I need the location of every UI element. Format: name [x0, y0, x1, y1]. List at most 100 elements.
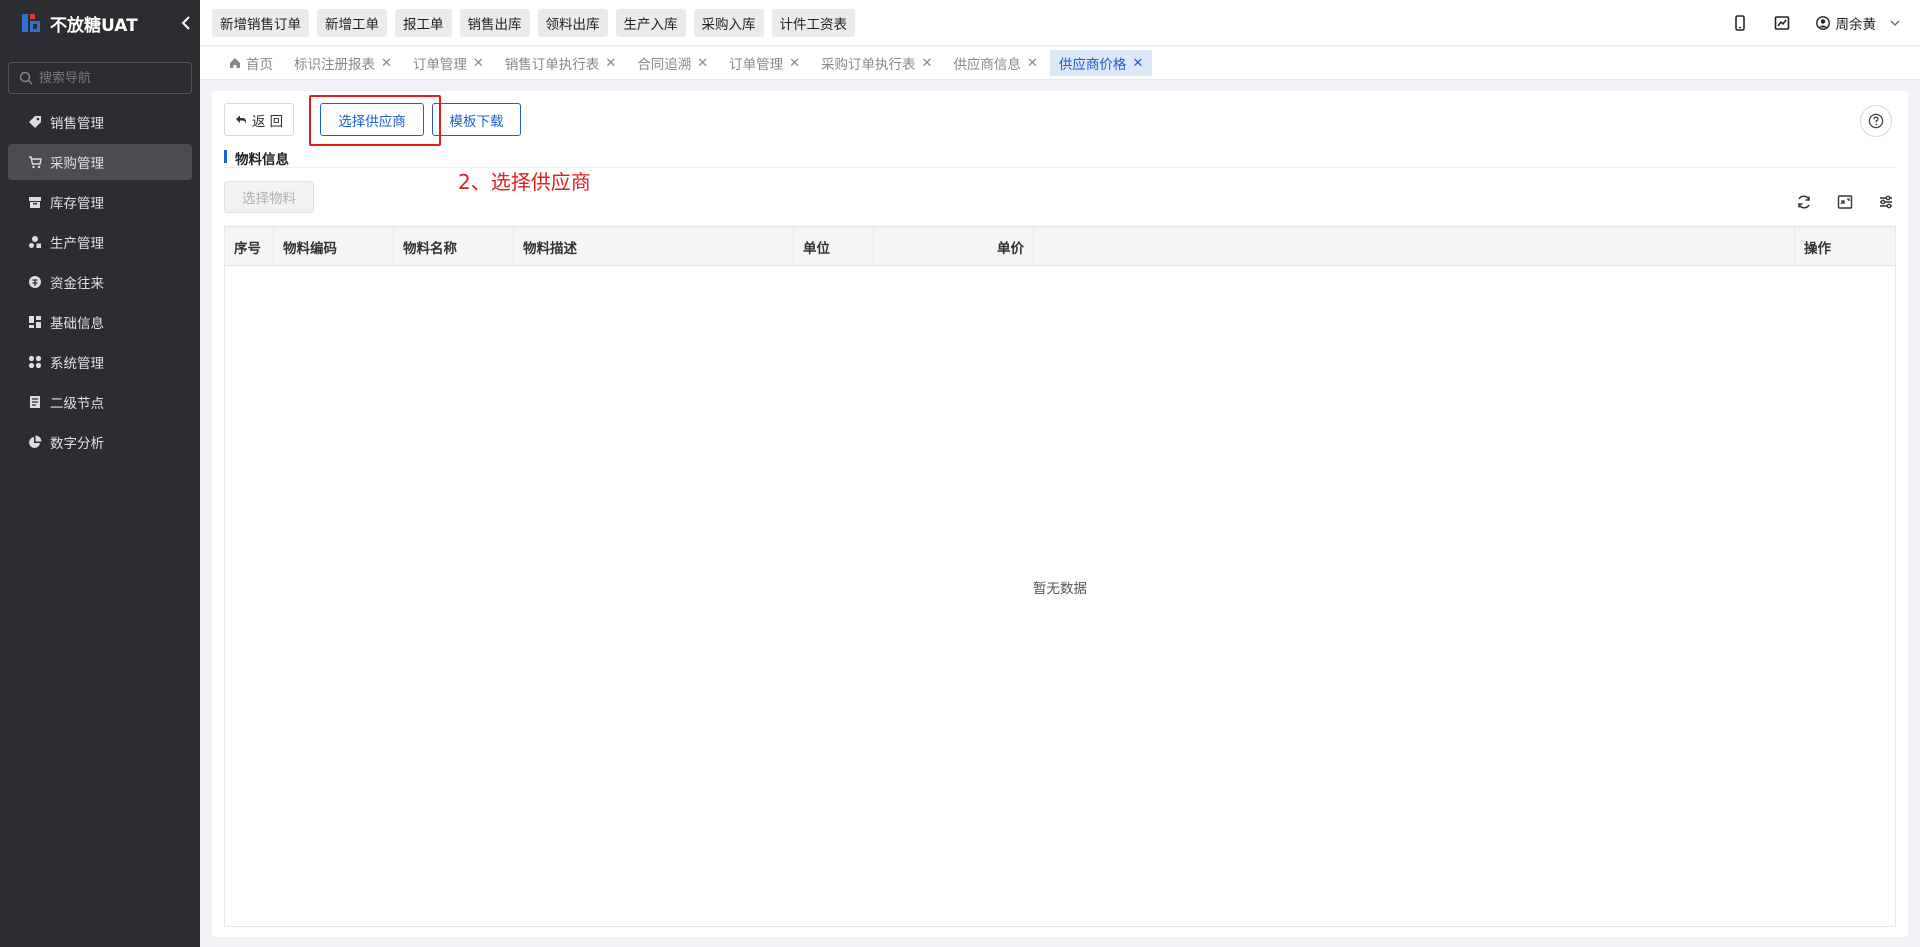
select-supplier-button[interactable]: 选择供应商 — [320, 103, 424, 136]
close-icon[interactable]: ✕ — [697, 56, 708, 71]
annotation-text: 2、选择供应商 — [458, 170, 591, 194]
material-info-section: 物料信息 — [224, 148, 1896, 168]
col-unit: 单位 — [794, 227, 874, 266]
top-bar: 新增销售订单 新增工单 报工单 销售出库 领料出库 生产入库 采购入库 计件工资… — [200, 0, 1920, 46]
pie-chart-icon — [29, 435, 42, 448]
collapse-sidebar-icon[interactable] — [180, 13, 192, 33]
table-header: 序号 物料编码 物料名称 物料描述 单位 单价 操作 — [225, 227, 1895, 266]
close-icon[interactable]: ✕ — [473, 56, 484, 71]
sidebar-item-secondary-node[interactable]: 二级节点 — [8, 384, 192, 420]
sidebar-item-basic-info[interactable]: 基础信息 — [8, 304, 192, 340]
sidebar-item-label: 生产管理 — [50, 236, 104, 252]
column-settings-icon[interactable] — [1878, 194, 1894, 210]
user-avatar-icon — [1815, 16, 1830, 30]
col-index: 序号 — [225, 227, 274, 266]
app-title: 不放糖UAT — [50, 15, 138, 36]
col-material-code: 物料编码 — [274, 227, 394, 266]
close-icon[interactable]: ✕ — [605, 56, 616, 71]
col-actions: 操作 — [1804, 240, 1831, 257]
col-material-desc: 物料描述 — [514, 227, 794, 266]
sidebar-item-label: 采购管理 — [50, 156, 104, 172]
user-menu[interactable]: 周余黄 — [1815, 13, 1907, 33]
nav-search-input[interactable] — [39, 70, 179, 86]
quick-piecework-wage-button[interactable]: 计件工资表 — [771, 8, 855, 37]
sidebar-item-label: 系统管理 — [50, 356, 104, 372]
logo-icon — [22, 14, 40, 32]
sidebar-item-label: 二级节点 — [50, 396, 104, 412]
quick-work-report-button[interactable]: 报工单 — [395, 8, 452, 37]
tab-supplier-price[interactable]: 供应商价格 ✕ — [1049, 50, 1153, 76]
refresh-icon[interactable] — [1796, 194, 1812, 210]
col-material-name: 物料名称 — [394, 227, 514, 266]
help-button[interactable] — [1860, 105, 1892, 137]
back-button[interactable]: 返 回 — [224, 103, 294, 136]
tab-contract-trace[interactable]: 合同追溯 ✕ — [628, 50, 717, 76]
quick-new-sales-order-button[interactable]: 新增销售订单 — [212, 8, 309, 37]
quick-new-work-order-button[interactable]: 新增工单 — [317, 8, 387, 37]
warehouse-icon — [29, 197, 41, 208]
sidebar-item-label: 库存管理 — [50, 196, 104, 212]
money-icon — [29, 276, 41, 288]
user-name: 周余黄 — [1835, 17, 1877, 33]
tab-label: 合同追溯 — [637, 57, 692, 73]
section-accent-bar — [224, 150, 227, 163]
sidebar-item-sales[interactable]: 销售管理 — [8, 104, 192, 140]
tab-supplier-info[interactable]: 供应商信息 ✕ — [944, 50, 1046, 76]
production-icon — [29, 236, 41, 248]
tab-identifier-report[interactable]: 标识注册报表 ✕ — [285, 50, 401, 76]
col-spacer — [1034, 227, 1795, 266]
help-icon — [1868, 113, 1884, 129]
close-icon[interactable]: ✕ — [1027, 56, 1038, 71]
close-icon[interactable]: ✕ — [1132, 56, 1143, 71]
sidebar-item-finance[interactable]: 资金往来 — [8, 264, 192, 300]
sidebar-item-production[interactable]: 生产管理 — [8, 224, 192, 260]
sidebar-item-label: 基础信息 — [50, 316, 104, 332]
tab-home[interactable]: 首页 — [220, 50, 282, 76]
density-icon[interactable] — [1837, 194, 1853, 210]
close-icon[interactable]: ✕ — [789, 56, 800, 71]
tab-order-management[interactable]: 订单管理 ✕ — [404, 50, 493, 76]
back-button-label: 返 回 — [251, 113, 284, 130]
tab-label: 首页 — [246, 57, 273, 73]
tab-label: 标识注册报表 — [294, 57, 375, 73]
page-tabs: 首页 标识注册报表 ✕ 订单管理 ✕ 销售订单执行表 ✕ 合同追溯 ✕ 订单管理 ✕ 采购… — [200, 47, 1920, 80]
col-unit-price: 单价 — [874, 227, 1034, 266]
dashboard-icon[interactable] — [1774, 15, 1790, 31]
tab-label: 订单管理 — [729, 57, 784, 73]
sidebar-item-inventory[interactable]: 库存管理 — [8, 184, 192, 220]
sidebar-item-label: 资金往来 — [50, 276, 104, 292]
section-title: 物料信息 — [235, 152, 289, 168]
search-icon — [19, 71, 33, 85]
sidebar-item-analytics[interactable]: 数字分析 — [8, 424, 192, 460]
tab-label: 供应商价格 — [1058, 57, 1127, 73]
tab-label: 订单管理 — [412, 57, 467, 73]
quick-material-outbound-button[interactable]: 领料出库 — [537, 8, 608, 37]
template-download-button[interactable]: 模板下载 — [432, 103, 521, 136]
quick-sales-outbound-button[interactable]: 销售出库 — [459, 8, 530, 37]
quick-purchase-inbound-button[interactable]: 采购入库 — [693, 8, 764, 37]
tab-label: 供应商信息 — [953, 57, 1021, 73]
mobile-icon[interactable] — [1732, 15, 1748, 31]
tab-purchase-order-execution[interactable]: 采购订单执行表 ✕ — [812, 50, 941, 76]
document-icon — [30, 396, 40, 408]
sidebar-item-label: 销售管理 — [50, 116, 104, 132]
close-icon[interactable]: ✕ — [381, 56, 392, 71]
materials-table: 序号 物料编码 物料名称 物料描述 单位 单价 操作 暂无数据 — [224, 226, 1896, 927]
quick-production-inbound-button[interactable]: 生产入库 — [615, 8, 686, 37]
tab-sales-order-execution[interactable]: 销售订单执行表 ✕ — [496, 50, 625, 76]
sidebar-item-purchase[interactable]: 采购管理 — [8, 144, 192, 180]
back-arrow-icon — [235, 115, 246, 124]
cart-icon — [29, 156, 42, 169]
table-toolbar — [1771, 194, 1894, 210]
home-icon — [230, 58, 240, 68]
tab-order-management-2[interactable]: 订单管理 ✕ — [720, 50, 809, 76]
grid-icon — [29, 316, 41, 328]
sidebar-item-system[interactable]: 系统管理 — [8, 344, 192, 380]
empty-state: 暂无数据 — [1033, 581, 1087, 597]
sidebar-item-label: 数字分析 — [50, 436, 104, 452]
close-icon[interactable]: ✕ — [922, 56, 933, 71]
app-logo[interactable]: 不放糖UAT — [0, 0, 200, 46]
nav-search — [8, 62, 192, 94]
sidebar: 不放糖UAT 销售管理 采购管理 库存管理 生产管理 资金往来 基础信息 系统管… — [0, 0, 200, 947]
chevron-down-icon — [1890, 20, 1900, 26]
